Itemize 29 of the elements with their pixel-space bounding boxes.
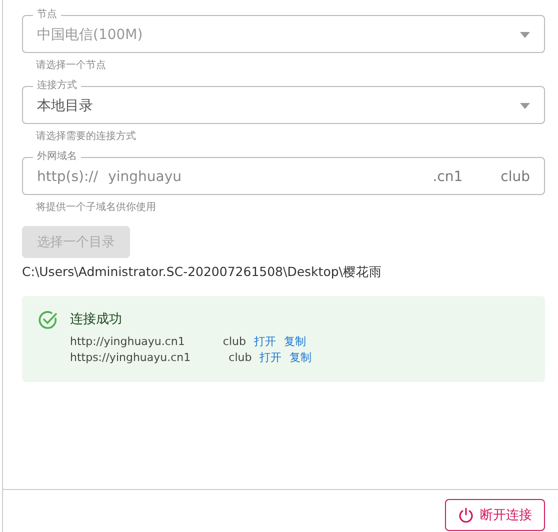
- field-label: 外网域名: [36, 151, 78, 163]
- alert-title: 连接成功: [70, 311, 123, 328]
- select-field[interactable]: 连接方式 本地目录: [22, 80, 545, 124]
- power-icon: [458, 507, 474, 523]
- input-value: yinghuayu: [108, 168, 182, 184]
- field-label: 连接方式: [36, 80, 78, 92]
- open-link[interactable]: 打开: [254, 334, 276, 350]
- field-hint: 请选择需要的连接方式: [35, 130, 137, 143]
- copy-link[interactable]: 复制: [284, 334, 306, 350]
- input-field[interactable]: 外网域名 http(s):// yinghuayu .cn1 club: [22, 151, 545, 195]
- caret-icon: [520, 32, 530, 38]
- caret-icon: [520, 102, 530, 108]
- url-prefix: http(s)://: [37, 168, 98, 184]
- url-text: http://yinghuayu.cn1: [70, 334, 185, 350]
- field-hint: 请选择一个节点: [35, 58, 107, 72]
- url-text: club: [222, 334, 246, 350]
- url-text: club: [228, 350, 252, 366]
- domain-suffix: .cn1: [432, 168, 463, 184]
- open-link[interactable]: 打开: [260, 350, 282, 366]
- field-label: 节点: [36, 9, 58, 21]
- select-value: 本地目录: [37, 96, 93, 114]
- directory-path: C:\Users\Administrator.SC-202007261508\Desktop\樱花雨: [22, 264, 383, 281]
- disconnect-button[interactable]: 断开连接: [445, 499, 545, 531]
- copy-link[interactable]: 复制: [290, 350, 312, 366]
- url-text: https://yinghuayu.cn1: [70, 350, 191, 366]
- domain-suffix: club: [500, 168, 530, 184]
- field-hint: 将提供一个子域名供你使用: [35, 200, 157, 214]
- select-value: 中国电信(100M): [37, 26, 143, 44]
- check-circle-icon: [38, 310, 58, 330]
